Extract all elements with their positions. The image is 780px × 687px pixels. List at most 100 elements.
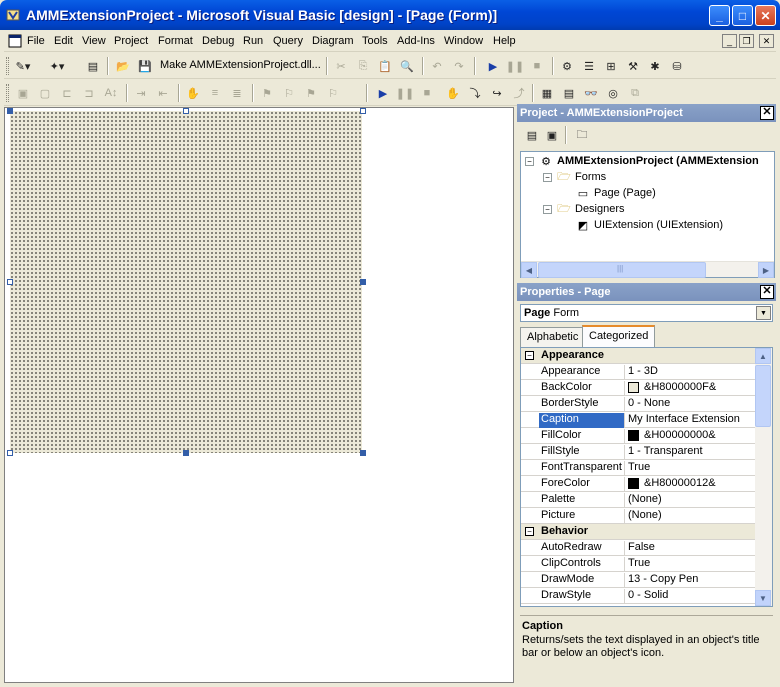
menu-edit[interactable]: Edit: [54, 35, 73, 47]
tree-node-project[interactable]: − ⚙ AMMExtensionProject (AMMExtension: [525, 154, 759, 168]
form-icon[interactable]: [8, 34, 22, 48]
tab-categorized[interactable]: Categorized: [582, 325, 656, 347]
category-row-appearance[interactable]: − Appearance: [521, 348, 755, 364]
scroll-right-icon[interactable]: ▶: [758, 262, 774, 278]
copy-icon[interactable]: ⎘: [354, 57, 372, 75]
property-row[interactable]: BorderStyle 0 - None: [521, 396, 755, 412]
menu-tools[interactable]: Tools: [362, 35, 388, 47]
property-row[interactable]: DrawStyle 0 - Solid: [521, 588, 755, 604]
properties-window-icon[interactable]: ☰: [580, 57, 598, 75]
resize-handle[interactable]: [360, 279, 366, 285]
property-row[interactable]: Palette (None): [521, 492, 755, 508]
align-icon[interactable]: ⊏: [58, 84, 76, 102]
save-project-icon[interactable]: 💾: [136, 57, 154, 75]
undo-icon[interactable]: ↶: [428, 57, 446, 75]
menu-diagram[interactable]: Diagram: [312, 35, 354, 47]
property-row[interactable]: BackColor &H8000000F&: [521, 380, 755, 396]
center-icon[interactable]: ⊐: [80, 84, 98, 102]
step-out-icon[interactable]: ⤴: [510, 84, 528, 102]
close-button[interactable]: ✕: [755, 5, 776, 26]
previous-bookmark-icon[interactable]: ⚑: [302, 84, 320, 102]
tree-node-page[interactable]: ▭ Page (Page): [575, 186, 656, 200]
collapse-icon[interactable]: −: [525, 527, 534, 536]
scroll-thumb[interactable]: [755, 365, 771, 427]
scroll-up-icon[interactable]: ▲: [755, 348, 771, 364]
menu-file[interactable]: File: [27, 35, 45, 47]
menu-run[interactable]: Run: [243, 35, 263, 47]
maximize-button[interactable]: □: [732, 5, 753, 26]
add-form-icon[interactable]: ✦▾: [48, 57, 66, 75]
step-over-icon[interactable]: ↪: [488, 84, 506, 102]
menu-window[interactable]: Window: [444, 35, 483, 47]
resize-handle[interactable]: [360, 450, 366, 456]
watch-window-icon[interactable]: 👓: [582, 84, 600, 102]
open-project-icon[interactable]: 📂: [114, 57, 132, 75]
immediate-window-icon[interactable]: ▤: [560, 84, 578, 102]
property-row[interactable]: FontTransparent True: [521, 460, 755, 476]
start-icon[interactable]: ▶: [484, 57, 502, 75]
find-icon[interactable]: 🔍: [398, 57, 416, 75]
view-code-icon[interactable]: ▤: [523, 126, 541, 144]
category-row-behavior[interactable]: − Behavior: [521, 524, 755, 540]
project-panel-close-button[interactable]: ✕: [760, 106, 774, 120]
form-canvas[interactable]: [10, 111, 362, 453]
outdent-icon[interactable]: ⇤: [154, 84, 172, 102]
resize-handle[interactable]: [183, 450, 189, 456]
object-selector[interactable]: Page Form ▼: [520, 304, 773, 322]
tab-alphabetic[interactable]: Alphabetic: [520, 327, 586, 347]
menu-add-ins[interactable]: Add-Ins: [397, 35, 435, 47]
add-project-icon[interactable]: ✎▾: [14, 57, 32, 75]
property-row[interactable]: ForeColor &H80000012&: [521, 476, 755, 492]
bring-to-front-icon[interactable]: ▣: [14, 84, 32, 102]
paste-icon[interactable]: 📋: [376, 57, 394, 75]
property-grid-vscrollbar[interactable]: ▲ ▼: [755, 348, 772, 606]
debug-end-icon[interactable]: ■: [418, 84, 436, 102]
menu-help[interactable]: Help: [493, 35, 516, 47]
tree-node-designers[interactable]: − 🗁 Designers: [543, 202, 625, 216]
minimize-button[interactable]: _: [709, 5, 730, 26]
scroll-down-icon[interactable]: ▼: [755, 590, 771, 606]
collapse-icon[interactable]: −: [525, 156, 534, 166]
break-icon[interactable]: ❚❚: [506, 57, 524, 75]
end-icon[interactable]: ■: [528, 57, 546, 75]
collapse-icon[interactable]: −: [525, 351, 534, 360]
menu-debug[interactable]: Debug: [202, 35, 234, 47]
make-dll-label[interactable]: Make AMMExtensionProject.dll...: [160, 59, 321, 71]
make-same-size-icon[interactable]: A↕: [102, 84, 120, 102]
redo-icon[interactable]: ↷: [450, 57, 468, 75]
toolbar-grip[interactable]: [6, 57, 9, 75]
view-object-icon[interactable]: ▣: [543, 126, 561, 144]
scroll-left-icon[interactable]: ◀: [521, 262, 537, 278]
mdi-restore-button[interactable]: ❐: [739, 34, 754, 48]
collapse-icon[interactable]: −: [543, 204, 552, 214]
toolbox-icon[interactable]: ✱: [646, 57, 664, 75]
tree-node-uiextension[interactable]: ◩ UIExtension (UIExtension): [575, 218, 723, 232]
data-view-icon[interactable]: ⛁: [668, 57, 686, 75]
property-row-selected[interactable]: Caption My Interface Extension: [521, 412, 755, 428]
menu-editor-icon[interactable]: ▤: [84, 57, 102, 75]
scroll-thumb[interactable]: |||: [538, 262, 706, 278]
menu-project[interactable]: Project: [114, 35, 148, 47]
property-row[interactable]: DrawMode 13 - Copy Pen: [521, 572, 755, 588]
properties-panel-close-button[interactable]: ✕: [760, 285, 774, 299]
uncomment-block-icon[interactable]: ≣: [228, 84, 246, 102]
tree-node-forms[interactable]: − 🗁 Forms: [543, 170, 606, 184]
cut-icon[interactable]: ✂: [332, 57, 350, 75]
next-bookmark-icon[interactable]: ⚐: [280, 84, 298, 102]
collapse-icon[interactable]: −: [543, 172, 552, 182]
toggle-bookmark-icon[interactable]: ⚑: [258, 84, 276, 102]
comment-block-icon[interactable]: ≡: [206, 84, 224, 102]
debug-break-icon[interactable]: ❚❚: [396, 84, 414, 102]
toggle-folders-icon[interactable]: 🗀: [573, 126, 591, 144]
project-tree-hscrollbar[interactable]: ◀ ||| ▶: [521, 261, 774, 278]
project-explorer-icon[interactable]: ⚙: [558, 57, 576, 75]
property-row[interactable]: AutoRedraw False: [521, 540, 755, 556]
object-browser-icon[interactable]: ⚒: [624, 57, 642, 75]
clear-bookmarks-icon[interactable]: ⚐: [324, 84, 342, 102]
hand-icon[interactable]: ✋: [184, 84, 202, 102]
property-row[interactable]: Appearance 1 - 3D: [521, 364, 755, 380]
toolbar-grip-2[interactable]: [6, 84, 9, 102]
property-row[interactable]: FillStyle 1 - Transparent: [521, 444, 755, 460]
menu-query[interactable]: Query: [273, 35, 303, 47]
form-layout-icon[interactable]: ⊞: [602, 57, 620, 75]
